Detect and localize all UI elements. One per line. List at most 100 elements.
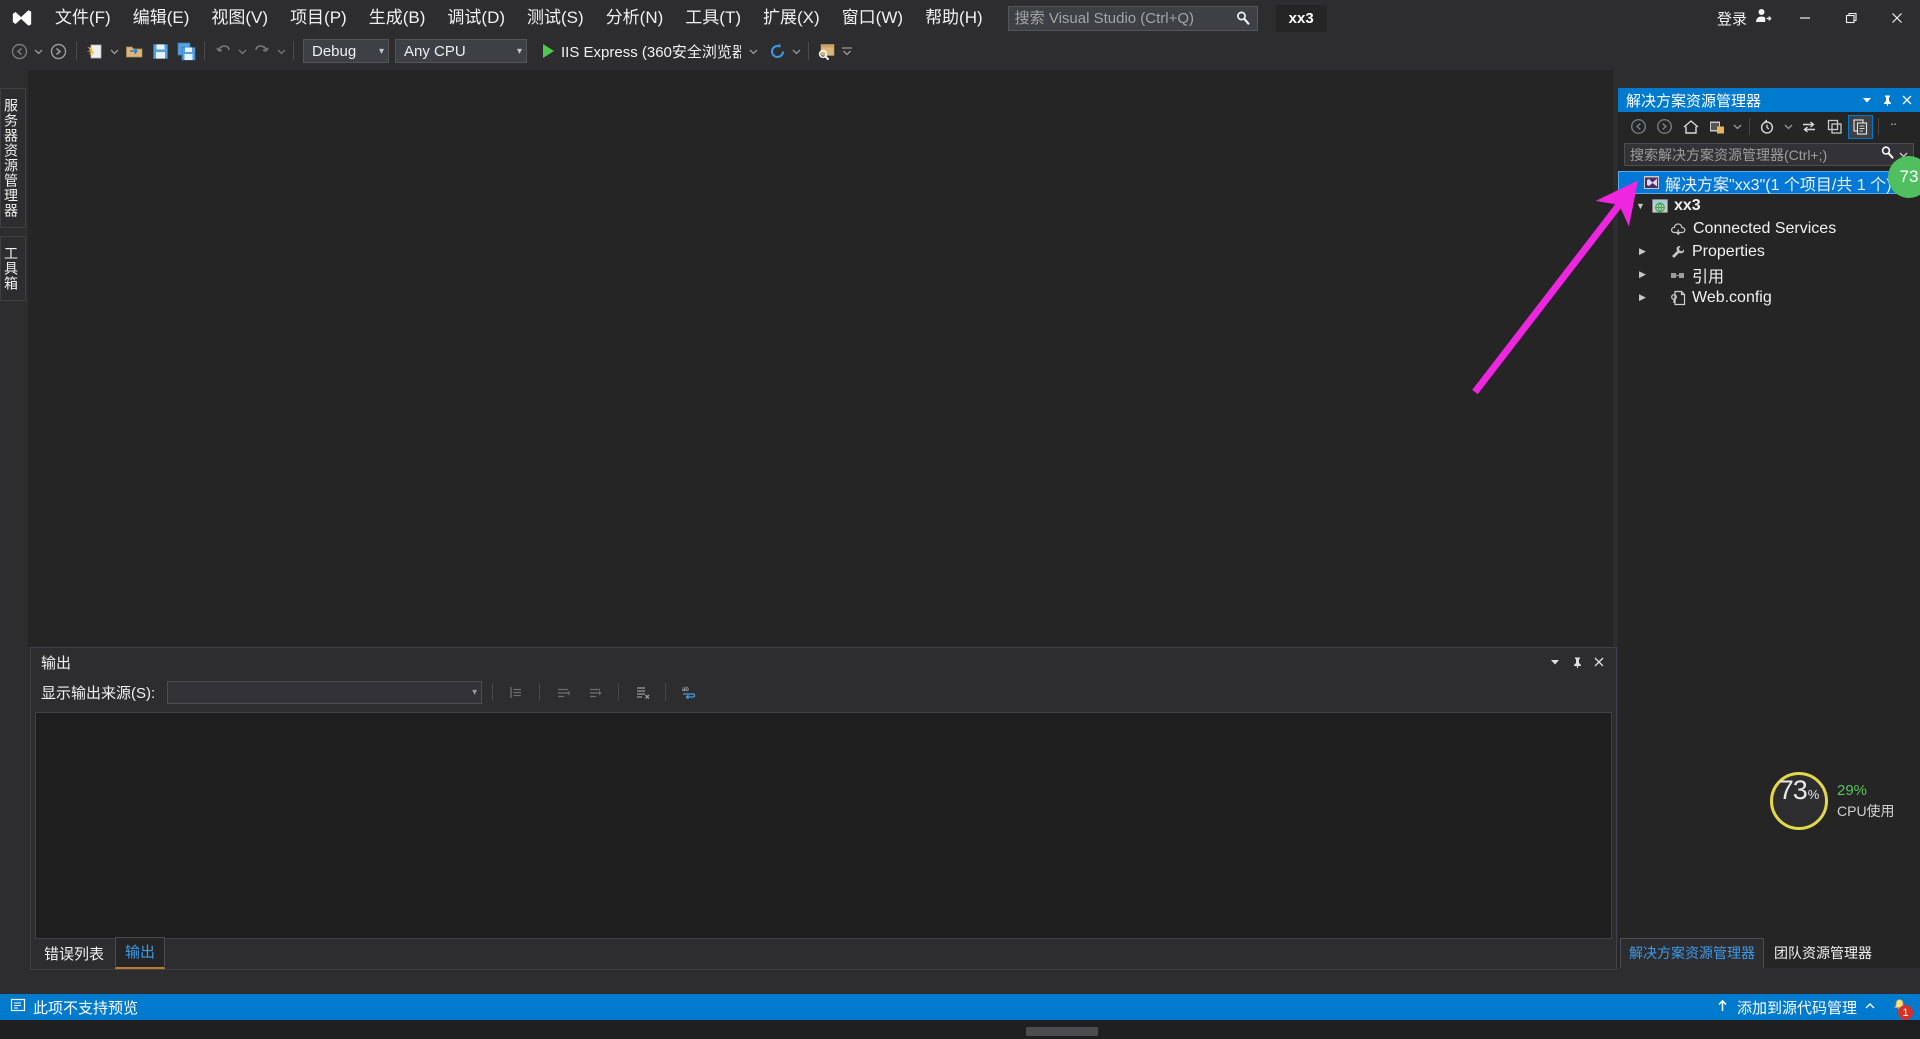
browser-with-search-icon[interactable] <box>814 39 840 63</box>
output-panel-menu-icon[interactable] <box>1544 651 1566 673</box>
add-to-source-control-button[interactable]: 添加到源代码管理 <box>1715 997 1876 1018</box>
redo-dropdown-icon[interactable] <box>275 39 288 63</box>
clear-all-icon[interactable] <box>629 680 655 704</box>
filter-dropdown-icon[interactable] <box>1781 115 1795 139</box>
solution-explorer-menu-icon[interactable] <box>1857 89 1877 111</box>
tree-twisty[interactable]: ▶ <box>1634 269 1651 280</box>
close-button[interactable] <box>1874 0 1920 36</box>
left-dock-tabs: 服务器资源管理器 工具箱 <box>0 88 28 688</box>
references-icon <box>1667 268 1689 282</box>
navigate-forward-icon[interactable] <box>1652 115 1677 139</box>
refresh-dropdown-icon[interactable] <box>790 39 803 63</box>
home-icon[interactable] <box>1678 115 1703 139</box>
output-source-label: 显示输出来源(S): <box>41 684 156 702</box>
toolbar-separator <box>76 42 77 60</box>
tab-output[interactable]: 输出 <box>115 937 166 969</box>
menu-project[interactable]: 项目(P) <box>279 0 358 36</box>
pin-icon[interactable] <box>1566 651 1588 673</box>
menu-file[interactable]: 文件(F) <box>44 0 122 36</box>
undo-icon[interactable] <box>210 39 236 63</box>
start-debug-button[interactable]: IIS Express (360安全浏览器) <box>537 39 747 63</box>
pending-changes-filter-icon[interactable] <box>1755 115 1780 139</box>
forward-nav-icon[interactable] <box>45 39 71 63</box>
explorer-overflow-icon[interactable] <box>1884 115 1909 139</box>
search-input[interactable] <box>1014 9 1235 27</box>
tab-team-explorer[interactable]: 团队资源管理器 <box>1766 939 1880 968</box>
navigate-back-icon[interactable] <box>1626 115 1651 139</box>
save-icon[interactable] <box>147 39 173 63</box>
dock-tab-toolbox[interactable]: 工具箱 <box>0 236 26 301</box>
notifications-button[interactable]: 1 <box>1886 996 1913 1020</box>
save-all-icon[interactable] <box>173 39 199 63</box>
toolbar-overflow-icon[interactable] <box>840 39 853 63</box>
menu-edit[interactable]: 编辑(E) <box>122 0 201 36</box>
back-nav-icon[interactable] <box>6 39 32 63</box>
add-to-source-control-label: 添加到源代码管理 <box>1736 999 1857 1017</box>
open-file-icon[interactable] <box>121 39 147 63</box>
tree-twisty[interactable]: ▶ <box>1634 246 1651 257</box>
tree-twisty[interactable]: ▶ <box>1634 292 1651 303</box>
go-to-message-icon[interactable] <box>503 680 529 704</box>
menu-test[interactable]: 测试(S) <box>516 0 595 36</box>
upload-arrow-icon <box>1715 998 1730 1017</box>
solution-explorer-search[interactable] <box>1624 143 1914 166</box>
go-to-next-icon[interactable] <box>582 680 608 704</box>
menu-build[interactable]: 生成(B) <box>358 0 437 36</box>
sign-in-button[interactable]: 登录 <box>1707 0 1782 36</box>
new-project-dropdown-icon[interactable] <box>108 39 121 63</box>
tab-error-list[interactable]: 错误列表 <box>35 940 113 969</box>
horizontal-scrollbar-thumb[interactable] <box>1026 1027 1098 1036</box>
minimize-button[interactable] <box>1782 0 1828 36</box>
tree-node-label: 解决方案"xx3"(1 个项目/共 1 个) <box>1665 176 1892 194</box>
menu-debug[interactable]: 调试(D) <box>436 0 516 36</box>
refresh-icon[interactable] <box>764 39 790 63</box>
go-to-previous-icon[interactable] <box>550 680 576 704</box>
solution-explorer-close-icon[interactable] <box>1897 89 1917 111</box>
toolbar-separator <box>618 683 620 701</box>
platform-dropdown[interactable]: Any CPU ▾ <box>395 39 527 63</box>
redo-icon[interactable] <box>249 39 275 63</box>
cpu-usage-text: 29% CPU使用 <box>1837 782 1895 821</box>
tree-node-properties[interactable]: ▶ Properties <box>1618 240 1920 263</box>
menu-extensions[interactable]: 扩展(X) <box>752 0 831 36</box>
tree-node-project-xx3[interactable]: ▼ xx3 <box>1618 194 1920 217</box>
pin-icon[interactable] <box>1877 89 1897 111</box>
restore-button[interactable] <box>1828 0 1874 36</box>
tree-node-solution[interactable]: 解决方案"xx3"(1 个项目/共 1 个) <box>1618 171 1920 194</box>
output-panel-close-icon[interactable] <box>1588 651 1610 673</box>
quick-search-box[interactable] <box>1007 5 1258 31</box>
tree-node-web-config[interactable]: ▶ Web.config <box>1618 286 1920 309</box>
configuration-dropdown[interactable]: Debug ▾ <box>303 39 389 63</box>
menu-view[interactable]: 视图(V) <box>200 0 279 36</box>
menu-window[interactable]: 窗口(W) <box>831 0 914 36</box>
output-source-dropdown[interactable]: ▾ <box>167 680 483 704</box>
undo-dropdown-icon[interactable] <box>236 39 249 63</box>
switch-views-icon[interactable] <box>1704 115 1729 139</box>
back-nav-dropdown-icon[interactable] <box>32 39 45 63</box>
refresh-explorer-icon[interactable] <box>1822 115 1847 139</box>
new-project-icon[interactable] <box>82 39 108 63</box>
toggle-word-wrap-icon[interactable]: ab <box>676 680 702 704</box>
tree-node-label: Properties <box>1692 242 1765 260</box>
output-text-area[interactable] <box>35 712 1612 939</box>
toolbar-separator <box>293 42 294 60</box>
menu-help[interactable]: 帮助(H) <box>914 0 994 36</box>
preview-unsupported-icon <box>10 997 26 1017</box>
show-all-files-icon[interactable] <box>1848 114 1873 139</box>
menu-analyze[interactable]: 分析(N) <box>595 0 675 36</box>
cpu-ring-gauge: 73 % <box>1770 772 1828 830</box>
sync-with-active-document-icon[interactable] <box>1796 115 1821 139</box>
status-bar: 此项不支持预览 添加到源代码管理 1 <box>0 994 1920 1020</box>
tree-node-references[interactable]: ▶ 引用 <box>1618 263 1920 286</box>
project-name-badge: xx3 <box>1275 4 1327 32</box>
run-target-dropdown-icon[interactable] <box>747 39 760 63</box>
dock-tab-server-explorer[interactable]: 服务器资源管理器 <box>0 88 26 228</box>
cpu-usage-widget[interactable]: 73 % 29% CPU使用 <box>1770 772 1895 830</box>
tab-solution-explorer[interactable]: 解决方案资源管理器 <box>1620 938 1764 968</box>
solution-explorer-toolbar <box>1618 112 1920 141</box>
tree-node-connected-services[interactable]: Connected Services <box>1618 217 1920 240</box>
tree-twisty[interactable]: ▼ <box>1632 201 1649 211</box>
menu-tools[interactable]: 工具(T) <box>674 0 752 36</box>
solution-search-input[interactable] <box>1630 146 1880 163</box>
switch-views-dropdown-icon[interactable] <box>1730 115 1744 139</box>
